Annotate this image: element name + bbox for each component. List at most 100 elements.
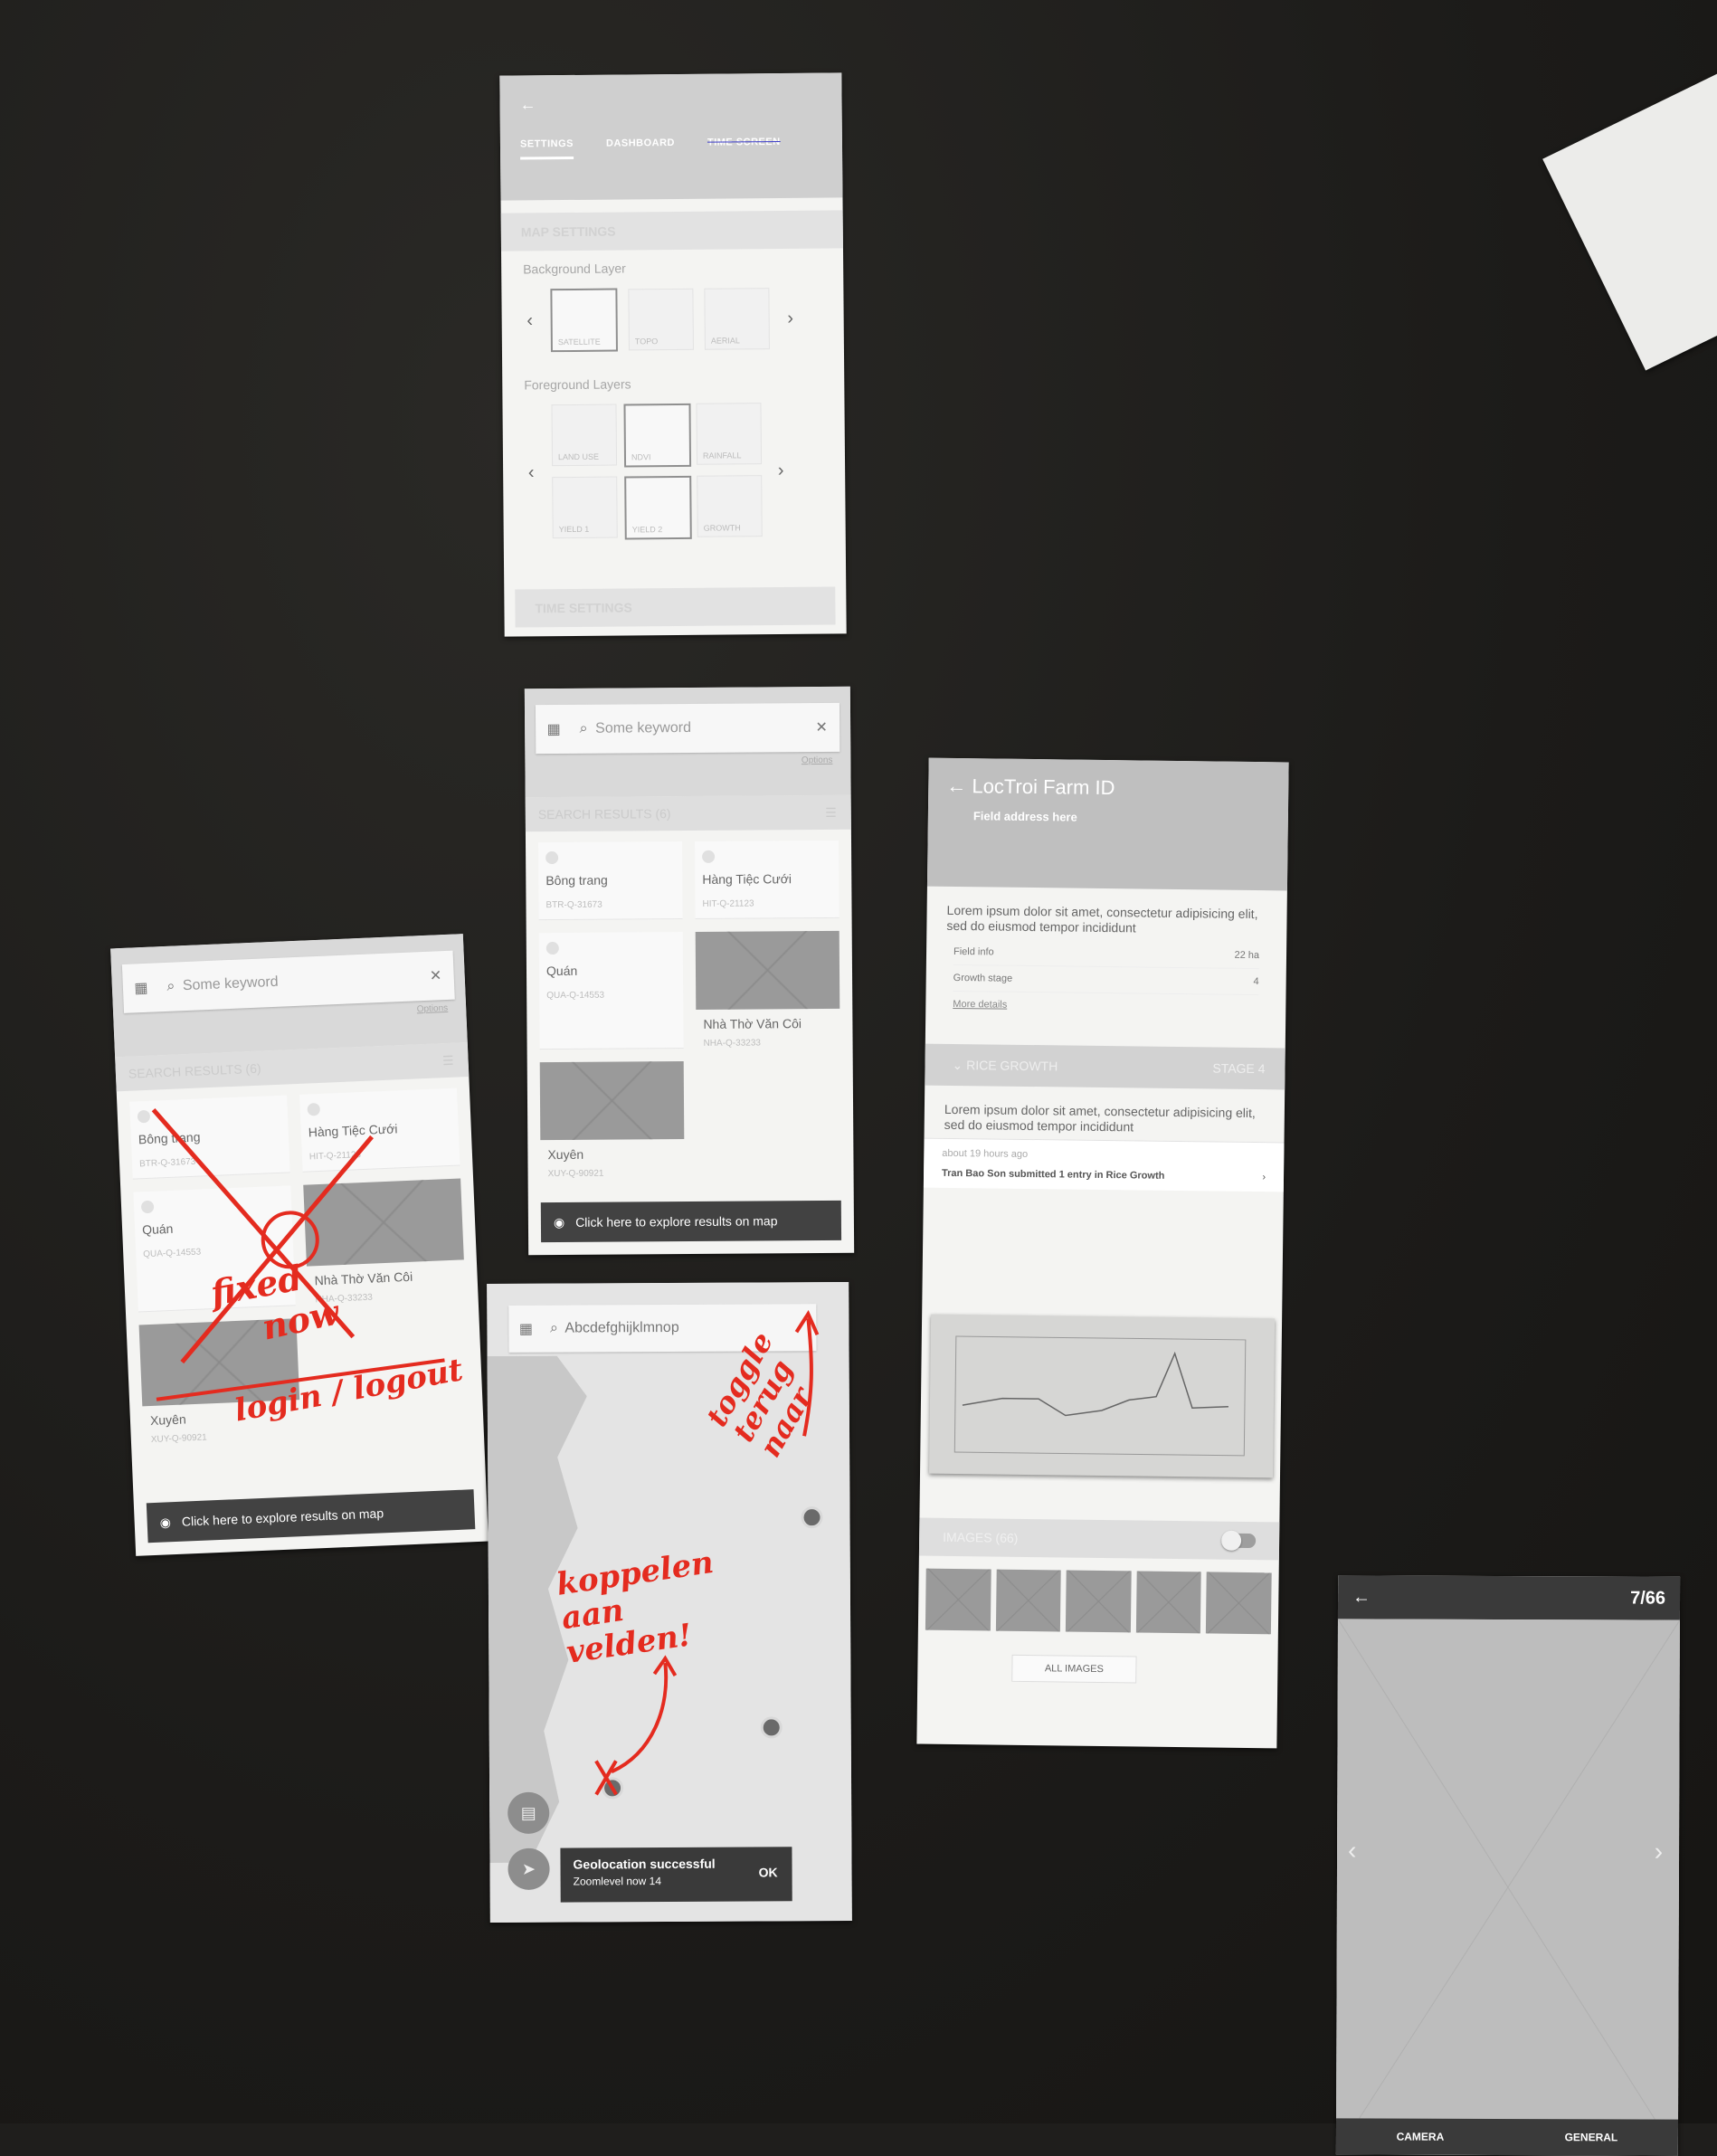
chevron-left-icon[interactable]: ‹	[1348, 1836, 1356, 1865]
photo-view[interactable]: ‹ ›	[1335, 1619, 1680, 2156]
grid-icon[interactable]: ▦	[536, 720, 572, 738]
tile-rainfall[interactable]: RAINFALL	[696, 403, 763, 465]
image-thumbnail[interactable]	[1206, 1572, 1272, 1635]
more-details-link[interactable]: More details	[925, 992, 1285, 1021]
chevron-right-icon[interactable]: ›	[1655, 1838, 1663, 1866]
rice-growth-text: RICE GROWTH	[966, 1057, 1058, 1073]
images-count: IMAGES (66)	[943, 1529, 1019, 1545]
image-thumbnail[interactable]	[995, 1569, 1061, 1632]
red-cross-annotation	[151, 1107, 445, 1401]
tab-time-screen[interactable]: TIME SCREEN	[707, 137, 781, 158]
list-icon[interactable]: ☰	[825, 795, 837, 830]
chevron-left-icon[interactable]: ‹	[521, 462, 541, 483]
tile-aerial[interactable]: AERIAL	[704, 288, 770, 350]
farm-detail-sheet: ← LocTroi Farm ID Field address here Lor…	[916, 757, 1289, 1749]
time-settings-header: TIME SETTINGS	[515, 586, 836, 628]
map-sheet: ▦ ⌕ Abcdefghijklmnop ▤ ➤ Geolocation suc…	[487, 1281, 852, 1923]
options-link[interactable]: Options	[802, 755, 833, 765]
result-name: Quán	[545, 963, 578, 979]
growth-stage-label: Growth stage	[953, 972, 1013, 984]
image-thumbnail[interactable]	[1066, 1570, 1132, 1633]
chevron-right-icon[interactable]: ›	[1262, 1172, 1266, 1182]
result-card[interactable]: Quán QUA-Q-14553	[538, 932, 684, 1050]
result-code: NHA-Q-33233	[703, 1038, 761, 1049]
tile-land-use[interactable]: LAND USE	[551, 404, 618, 467]
search-results-sheet: ▦ ⌕ Some keyword ✕ Options SEARCH RESULT…	[524, 686, 855, 1256]
avatar	[702, 850, 716, 863]
explore-map-button[interactable]: ◉ Click here to explore results on map	[540, 1200, 842, 1243]
tile-label: RAINFALL	[702, 451, 742, 461]
results-grid: Bông trang BTR-Q-31673 Hàng Tiệc Cưới HIT-…	[526, 830, 854, 1191]
tab-settings[interactable]: SETTINGS	[519, 138, 574, 160]
stage-label: STAGE 4	[1212, 1060, 1266, 1077]
tile-satellite[interactable]: SATELLITE	[550, 288, 618, 353]
tile-label: AERIAL	[710, 336, 740, 346]
field-info-value: 22 ha	[1234, 949, 1260, 962]
tile-ndvi[interactable]: NDVI	[623, 403, 692, 468]
growth-chart-sketch	[953, 1335, 1247, 1457]
tile-label: SATELLITE	[557, 337, 601, 347]
image-thumbnail[interactable]	[925, 1568, 991, 1631]
tile-topo[interactable]: TOPO	[628, 288, 694, 351]
tab-dashboard[interactable]: DASHBOARD	[606, 138, 675, 159]
growth-stage-row: Growth stage 4	[953, 964, 1259, 996]
explore-label: Click here to explore results on map	[575, 1213, 778, 1230]
feed-time: about 19 hours ago	[942, 1147, 1029, 1160]
feed-text: Tran Bao Son submitted 1 entry in Rice G…	[941, 1167, 1165, 1182]
back-arrow-icon[interactable]: ←	[1352, 1587, 1371, 1608]
photo-header: ← 7/66	[1337, 1575, 1681, 1620]
close-icon[interactable]: ✕	[803, 718, 840, 736]
background-tiles: ‹ SATELLITE TOPO AERIAL ›	[501, 273, 844, 353]
farm-title: ← LocTroi Farm ID	[946, 774, 1115, 800]
tab-camera[interactable]: CAMERA	[1397, 2131, 1445, 2143]
result-card[interactable]: Bông trang BTR-Q-31673	[538, 841, 683, 921]
tile-label: YIELD 1	[558, 524, 590, 535]
search-header: ▦ ⌕ Some keyword ✕ Options	[524, 686, 851, 798]
photo-tabs: CAMERA GENERAL	[1335, 2118, 1679, 2156]
chevron-left-icon[interactable]: ‹	[520, 310, 540, 331]
result-card[interactable]: Nhà Thờ Văn Côi NHA-Q-33233	[695, 930, 840, 1049]
images-toggle[interactable]	[1221, 1533, 1257, 1549]
result-code: QUA-Q-14553	[546, 990, 605, 1002]
result-card[interactable]: Hàng Tiệc Cưới HIT-Q-21123	[695, 840, 840, 919]
result-name: Bông trang	[545, 872, 608, 888]
farm-description: Lorem ipsum dolor sit amet, consectetur …	[946, 902, 1258, 936]
tile-yield-1[interactable]: YIELD 1	[552, 476, 618, 539]
search-icon: ⌕	[579, 720, 588, 736]
all-images-button[interactable]: ALL IMAGES	[1011, 1654, 1137, 1684]
foreground-grid: LAND USE NDVI RAINFALL YIELD 1 YIELD 2 G…	[551, 403, 763, 540]
field-info-label: Field info	[953, 945, 994, 958]
chevron-right-icon[interactable]: ›	[781, 308, 801, 328]
rice-growth-header[interactable]: ⌄ RICE GROWTH STAGE 4	[925, 1043, 1285, 1090]
back-arrow-icon[interactable]: ←	[946, 774, 972, 797]
settings-sheet: ← SETTINGS DASHBOARD TIME SCREEN MAP SET…	[499, 72, 847, 637]
activity-feed-item[interactable]: about 19 hours ago Tran Bao Son submitte…	[923, 1137, 1285, 1192]
tile-label: NDVI	[631, 452, 651, 462]
image-thumbnail[interactable]	[1135, 1571, 1202, 1634]
farm-title-text: LocTroi Farm ID	[972, 774, 1115, 800]
back-arrow-icon[interactable]: ←	[519, 95, 536, 114]
map-pin-icon: ◉	[553, 1214, 565, 1230]
result-code: XUY-Q-90921	[547, 1168, 604, 1180]
map-settings-header: MAP SETTINGS	[500, 210, 843, 252]
result-card[interactable]: Xuyên XUY-Q-90921	[539, 1061, 685, 1180]
background-layer-label: Background Layer	[523, 261, 626, 277]
chevron-right-icon[interactable]: ›	[771, 460, 791, 480]
feed-body: Tran Bao Son submitted 1 entry in Rice G…	[942, 1168, 1266, 1182]
tile-growth[interactable]: GROWTH	[697, 475, 763, 537]
image-thumbnails	[925, 1568, 1272, 1635]
foreground-layers-label: Foreground Layers	[524, 376, 631, 393]
rice-growth-description: Lorem ipsum dolor sit amet, consectetur …	[944, 1101, 1256, 1135]
results-count: SEARCH RESULTS (6)	[537, 806, 671, 822]
tile-label: YIELD 2	[631, 525, 663, 535]
tile-label: LAND USE	[557, 451, 600, 462]
tile-yield-2[interactable]: YIELD 2	[624, 475, 692, 540]
result-name: Hàng Tiệc Cưới	[702, 871, 792, 887]
result-name: Nhà Thờ Văn Côi	[703, 1016, 802, 1031]
result-code: BTR-Q-31673	[545, 899, 602, 911]
search-bar[interactable]: ▦ ⌕ Some keyword ✕	[535, 702, 840, 755]
tab-general[interactable]: GENERAL	[1565, 2131, 1618, 2143]
search-input[interactable]: Some keyword	[595, 719, 803, 737]
photo-counter: 7/66	[1630, 1587, 1666, 1609]
tile-label: TOPO	[634, 337, 659, 347]
